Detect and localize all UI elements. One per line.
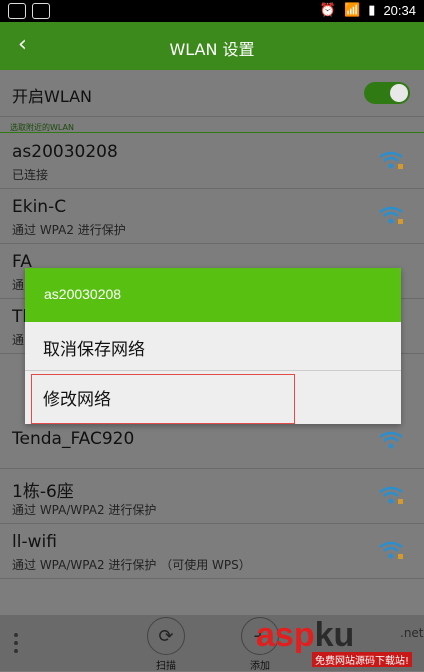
alarm-icon: ⏰	[319, 2, 337, 17]
wifi-signal-icon	[379, 486, 403, 504]
dialog-title: as20030208	[44, 286, 122, 302]
option-label: 修改网络	[43, 390, 111, 410]
more-options-icon[interactable]	[14, 633, 18, 653]
network-name: 1栋-6座	[12, 482, 74, 502]
refresh-icon: ⟳	[147, 617, 185, 655]
forget-network-option[interactable]: 取消保存网络	[25, 322, 401, 371]
cloud-icon	[32, 3, 50, 19]
network-item[interactable]: 1栋-6座 通过 WPA/WPA2 进行保护	[0, 469, 424, 524]
wifi-status-icon: 📶	[344, 2, 361, 17]
network-status: 通过 WPA/WPA2 进行保护	[12, 503, 157, 517]
network-options-dialog: as20030208 取消保存网络 修改网络	[25, 268, 401, 424]
wifi-signal-icon	[379, 206, 403, 224]
network-name: Ekin-C	[12, 197, 67, 217]
network-status: 通过 WPA2 进行保护	[12, 223, 126, 237]
watermark-domain: .net	[400, 626, 424, 640]
wlan-toggle-label: 开启WLAN	[12, 87, 93, 106]
wlan-toggle-row[interactable]: 开启WLAN	[0, 70, 424, 117]
wifi-signal-icon	[379, 541, 403, 559]
network-item[interactable]: as20030208 已连接	[0, 134, 424, 189]
network-item[interactable]: Ekin-C 通过 WPA2 进行保护	[0, 189, 424, 244]
gallery-icon	[8, 3, 26, 19]
network-status: 通过 WPA/WPA2 进行保护 （可使用 WPS）	[12, 558, 251, 572]
dialog-header: as20030208	[25, 268, 401, 322]
network-item[interactable]: ll-wifi 通过 WPA/WPA2 进行保护 （可使用 WPS）	[0, 524, 424, 579]
network-name: as20030208	[12, 142, 118, 162]
wlan-toggle-switch[interactable]	[364, 82, 410, 104]
watermark-logo: aspku	[256, 616, 355, 654]
option-label: 取消保存网络	[43, 340, 145, 360]
network-status: 通	[12, 278, 25, 292]
section-divider	[0, 132, 424, 133]
site-watermark: aspku .net 免费网站源码下载站!	[250, 612, 424, 671]
modify-network-option[interactable]: 修改网络	[25, 372, 401, 424]
network-name: ll-wifi	[12, 532, 57, 552]
watermark-tagline: 免费网站源码下载站!	[312, 652, 413, 667]
page-title: WLAN 设置	[169, 40, 255, 59]
status-bar: ⏰ 📶 ▮ 20:34	[0, 0, 424, 22]
network-status: 已连接	[12, 168, 49, 182]
battery-icon: ▮	[368, 2, 376, 17]
scan-label: 扫描	[156, 661, 176, 672]
network-status: 通	[12, 333, 25, 347]
status-time: 20:34	[383, 2, 416, 18]
wifi-signal-icon	[379, 151, 403, 169]
app-header: ‹ WLAN 设置	[0, 22, 424, 70]
network-name: Tenda_FAC920	[12, 429, 135, 449]
wifi-signal-icon	[379, 431, 403, 449]
scan-button[interactable]: ⟳ 扫描	[144, 617, 188, 672]
